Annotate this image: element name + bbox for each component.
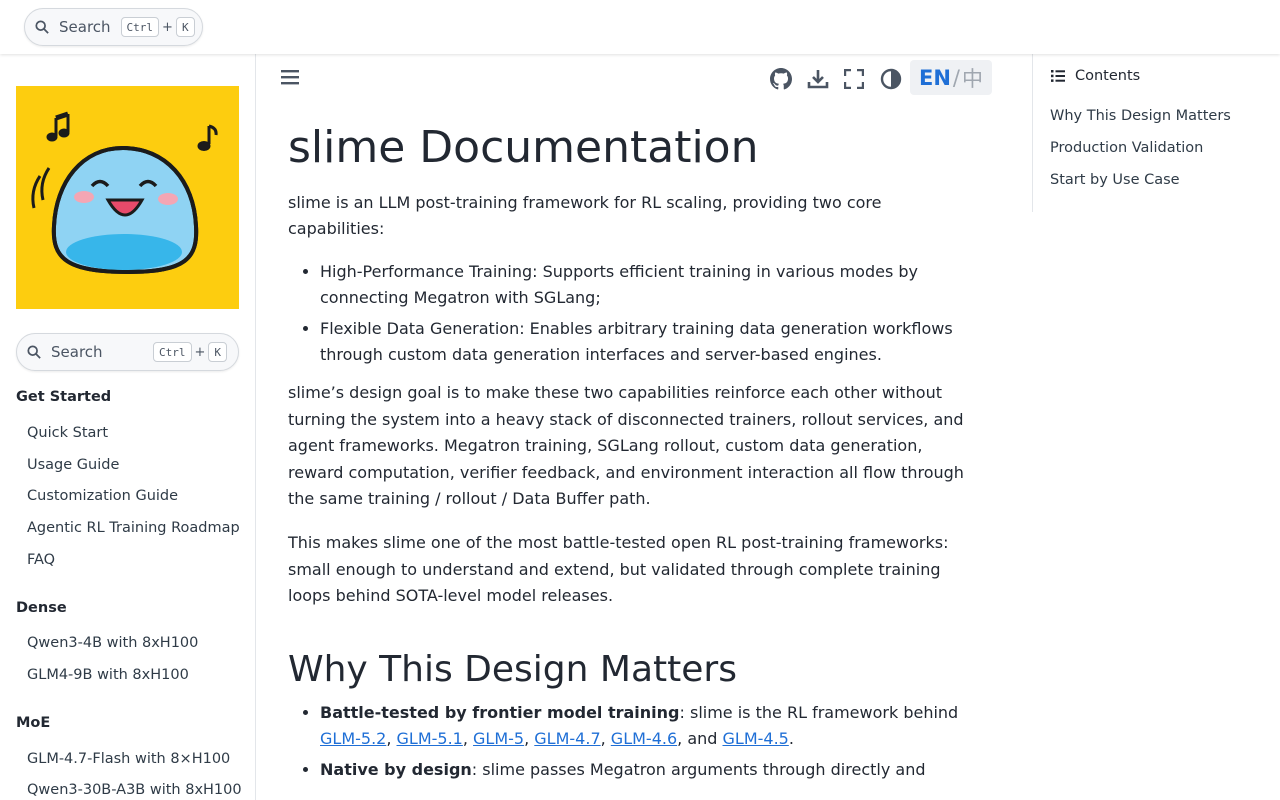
search-label: Search [59, 18, 111, 36]
top-bar: Search Ctrl + K [0, 0, 1280, 54]
link-separator: , [462, 729, 474, 749]
link-glm-5[interactable]: GLM-5 [473, 729, 524, 748]
search-icon [35, 20, 49, 34]
kbd-plus: + [162, 19, 173, 35]
link-separator: , [524, 729, 535, 749]
list-item: Native by design: slime passes Megatron … [320, 757, 978, 783]
nav-group-dense: Dense [16, 600, 67, 616]
link-separator: , [600, 729, 611, 749]
nav-item-qwen3-4b[interactable]: Qwen3-4B with 8xH100 [27, 635, 198, 651]
menu-icon[interactable] [278, 65, 302, 89]
nav-item-quick-start[interactable]: Quick Start [27, 425, 108, 441]
design-goal-paragraph: slime’s design goal is to make these two… [288, 383, 964, 509]
download-icon[interactable] [806, 67, 830, 91]
nav-item-glm4-9b[interactable]: GLM4-9B with 8xH100 [27, 667, 189, 683]
toc-item-why-design-matters[interactable]: Why This Design Matters [1050, 108, 1231, 124]
bullet-text: : slime is the RL framework behind [679, 702, 959, 722]
kbd-plus: + [194, 344, 206, 360]
design-matters-list: Battle-tested by frontier model training… [288, 700, 978, 783]
table-of-contents: Contents Why This Design Matters Product… [1032, 54, 1280, 212]
main-content: EN / 中 slime Documentation slime is an L… [256, 54, 1032, 800]
toc-title: Contents [1051, 68, 1140, 84]
nav-item-faq[interactable]: FAQ [27, 552, 55, 568]
toc-title-label: Contents [1075, 68, 1141, 84]
lang-en[interactable]: EN [919, 66, 951, 90]
kbd-k: K [175, 17, 195, 37]
fullscreen-icon[interactable] [842, 67, 866, 91]
toc-item-start-by-use-case[interactable]: Start by Use Case [1050, 172, 1180, 188]
theme-toggle-icon[interactable] [879, 67, 903, 91]
toc-item-production-validation[interactable]: Production Validation [1050, 140, 1203, 156]
link-glm-4-6[interactable]: GLM-4.6 [611, 729, 677, 748]
nav-group-get-started: Get Started [16, 389, 112, 405]
search-icon [27, 345, 41, 359]
sidebar-search-button[interactable]: Search Ctrl + K [16, 333, 239, 371]
nav-group-moe: MoE [16, 715, 51, 731]
bullet-bold: Battle-tested by frontier model training [320, 702, 680, 722]
page-title: slime Documentation [288, 122, 759, 173]
capabilities-list: High-Performance Training: Supports effi… [288, 259, 978, 369]
nav-item-agentic-rl-roadmap[interactable]: Agentic RL Training Roadmap [27, 520, 240, 536]
bullet-bold: Native by design [320, 759, 472, 779]
top-search-button[interactable]: Search Ctrl + K [24, 8, 203, 46]
nav-item-qwen3-30b[interactable]: Qwen3-30B-A3B with 8xH100 [27, 782, 242, 798]
nav-item-glm-4-7-flash[interactable]: GLM-4.7-Flash with 8×H100 [27, 751, 230, 767]
link-glm-5-1[interactable]: GLM-5.1 [397, 729, 463, 748]
list-item: Battle-tested by frontier model training… [320, 700, 978, 753]
intro-paragraph: slime is an LLM post-training framework … [288, 193, 882, 239]
article: slime Documentation slime is an LLM post… [288, 122, 978, 787]
nav-item-usage-guide[interactable]: Usage Guide [27, 457, 119, 473]
github-icon[interactable] [769, 67, 793, 91]
sidebar: Search Ctrl + K Get Started Quick Start … [0, 54, 256, 800]
link-glm-5-2[interactable]: GLM-5.2 [320, 729, 386, 748]
language-switcher[interactable]: EN / 中 [910, 60, 992, 95]
bullet-text: : slime passes Megatron arguments throug… [471, 759, 926, 779]
lang-zh[interactable]: 中 [962, 63, 983, 93]
battle-tested-paragraph: This makes slime one of the most battle-… [288, 533, 949, 606]
nav-item-customization-guide[interactable]: Customization Guide [27, 488, 178, 504]
link-glm-4-7[interactable]: GLM-4.7 [534, 729, 600, 748]
list-item: Flexible Data Generation: Enables arbitr… [320, 316, 978, 369]
link-separator: , [386, 729, 397, 749]
section-heading-why-design-matters: Why This Design Matters [288, 648, 737, 690]
link-glm-4-5[interactable]: GLM-4.5 [723, 729, 789, 748]
sidebar-search-label: Search [51, 343, 103, 361]
slime-logo [16, 86, 239, 309]
kbd-ctrl: Ctrl [153, 342, 192, 362]
list-item: High-Performance Training: Supports effi… [320, 259, 978, 312]
kbd-k: K [208, 342, 228, 362]
list-icon [1051, 70, 1065, 82]
lang-separator: / [952, 65, 960, 90]
bullet-end: . [788, 729, 794, 749]
kbd-ctrl: Ctrl [120, 17, 160, 37]
link-and: , and [677, 729, 723, 749]
